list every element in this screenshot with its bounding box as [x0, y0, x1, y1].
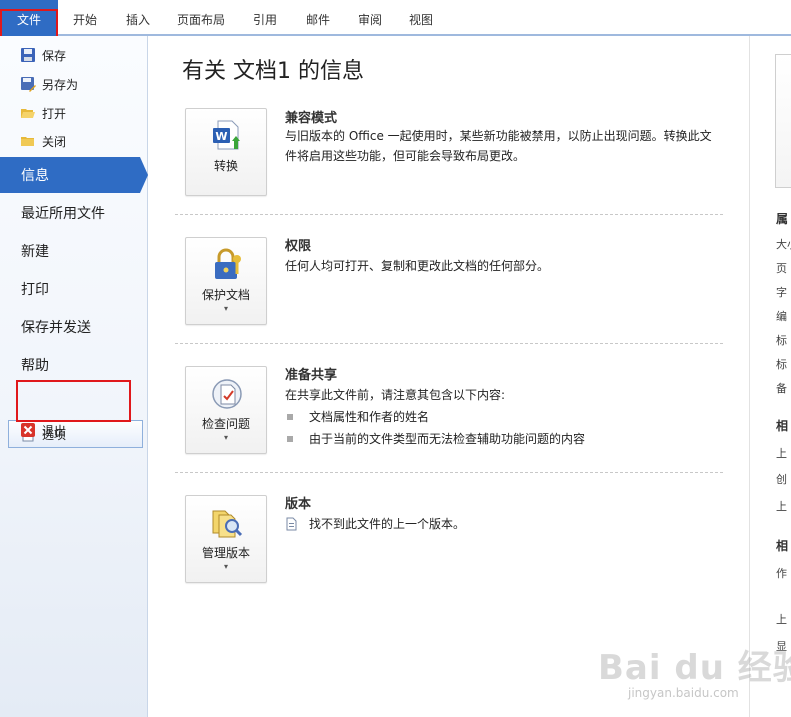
dropdown-arrow-icon: ▾	[223, 562, 228, 571]
related-people-heading: 相	[776, 539, 789, 553]
protect-document-label: 保护文档	[201, 288, 250, 302]
save-as-label: 另存为	[42, 77, 79, 92]
open-label: 打开	[42, 106, 67, 121]
tab-review[interactable]: 审阅	[358, 11, 382, 28]
dropdown-arrow-icon: ▾	[223, 433, 228, 442]
nav-info[interactable]: 信息	[0, 157, 148, 193]
save-icon	[20, 47, 36, 63]
share-bullet-text: 文档属性和作者的姓名	[309, 410, 430, 424]
tab-file[interactable]: 文件	[0, 0, 58, 36]
close-label: 关闭	[42, 134, 67, 149]
related-dates-heading: 相	[776, 419, 789, 433]
versions-title: 版本	[285, 497, 312, 512]
property-label: 字	[776, 286, 787, 299]
share-bullet: 由于当前的文件类型而无法检查辅助功能问题的内容	[287, 430, 585, 447]
exit-label: 退出	[42, 423, 67, 438]
property-label: 编	[776, 310, 787, 323]
nav-new-label: 新建	[21, 244, 49, 260]
properties-heading: 属	[776, 212, 789, 226]
watermark-logo: Bai du 经验	[598, 648, 791, 688]
save-as-command[interactable]: 另存为	[20, 73, 78, 95]
nav-new[interactable]: 新建	[0, 233, 148, 269]
share-description: 在共享此文件前，请注意其包含以下内容:	[285, 388, 506, 402]
share-title: 准备共享	[285, 368, 338, 383]
properties-pane: 属 大小 页 字 编 标 标 备 相 上 创 上 相 作 上 显	[749, 36, 791, 717]
word-convert-icon: W	[210, 119, 244, 153]
permissions-description: 任何人均可打开、复制和更改此文档的任何部分。	[285, 259, 550, 273]
svg-text:W: W	[215, 130, 227, 143]
tab-home[interactable]: 开始	[73, 11, 97, 28]
save-command[interactable]: 保存	[20, 44, 66, 66]
nav-recent[interactable]: 最近所用文件	[0, 195, 148, 231]
inspect-document-icon	[210, 377, 244, 411]
check-for-issues-button[interactable]: 检查问题 ▾	[185, 366, 267, 454]
nav-print[interactable]: 打印	[0, 271, 148, 307]
section-divider	[175, 343, 723, 344]
section-divider	[175, 472, 723, 473]
property-label: 创	[776, 473, 787, 486]
property-label: 作	[776, 567, 787, 580]
nav-recent-label: 最近所用文件	[21, 206, 105, 222]
share-bullet: 文档属性和作者的姓名	[287, 408, 429, 425]
backstage-sidebar: 保存 另存为 打开 关闭 信息 最近所用文件 新建 打印 保存并发送 帮助 选项…	[0, 36, 148, 717]
close-command[interactable]: 关闭	[20, 130, 66, 152]
protect-document-button[interactable]: 保护文档 ▾	[185, 237, 267, 325]
convert-label: 转换	[213, 159, 238, 173]
versions-line: 找不到此文件的上一个版本。	[285, 515, 465, 532]
bullet-square-icon	[287, 435, 293, 442]
convert-button[interactable]: W 转换	[185, 108, 267, 196]
watermark-url: jingyan.baidu.com	[628, 686, 739, 700]
share-bullet-text: 由于当前的文件类型而无法检查辅助功能问题的内容	[309, 432, 586, 446]
save-as-icon	[20, 76, 36, 92]
property-label: 大小	[776, 238, 791, 251]
tab-mailings[interactable]: 邮件	[306, 11, 330, 28]
nav-print-label: 打印	[21, 282, 49, 298]
compat-title: 兼容模式	[285, 111, 338, 126]
baidu-jingyan-watermark: Bai du 经验 jingyan.baidu.com	[598, 640, 791, 712]
bullet-square-icon	[287, 413, 293, 420]
info-panel: 有关 文档1 的信息 W 转换 兼容模式 与旧版本的 Office 一起使用时，…	[149, 36, 749, 717]
version-document-icon	[285, 517, 299, 531]
manage-versions-label: 管理版本	[201, 546, 250, 560]
compat-description: 与旧版本的 Office 一起使用时，某些新功能被禁用，以防止出现问题。转换此文…	[285, 129, 712, 163]
property-label: 标	[776, 358, 787, 371]
exit-icon	[20, 422, 36, 438]
property-label: 页	[776, 262, 787, 275]
selected-arrow-indicator	[140, 157, 148, 193]
versions-icon	[210, 506, 244, 540]
property-label: 上	[776, 447, 787, 460]
section-divider	[175, 214, 723, 215]
document-thumbnail	[775, 54, 791, 188]
open-folder-icon	[20, 105, 36, 121]
property-label: 标	[776, 334, 787, 347]
property-label: 上	[776, 500, 787, 513]
check-for-issues-label: 检查问题	[201, 417, 250, 431]
nav-help-label: 帮助	[21, 358, 49, 374]
nav-info-label: 信息	[21, 168, 49, 184]
permissions-title: 权限	[285, 239, 312, 254]
versions-description: 找不到此文件的上一个版本。	[309, 517, 466, 531]
exit-command[interactable]: 退出	[20, 419, 66, 441]
open-command[interactable]: 打开	[20, 102, 66, 124]
tab-view[interactable]: 视图	[409, 11, 433, 28]
lock-key-icon	[210, 248, 244, 282]
dropdown-arrow-icon: ▾	[223, 304, 228, 313]
close-folder-icon	[20, 133, 36, 149]
nav-help[interactable]: 帮助	[0, 347, 148, 383]
save-label: 保存	[42, 48, 67, 63]
nav-save-send[interactable]: 保存并发送	[0, 309, 148, 345]
page-title: 有关 文档1 的信息	[182, 59, 364, 84]
tab-references[interactable]: 引用	[253, 11, 277, 28]
nav-save-send-label: 保存并发送	[21, 320, 91, 336]
tab-page-layout[interactable]: 页面布局	[177, 11, 225, 28]
property-label: 备	[776, 382, 787, 395]
ribbon-tab-bar: 文件 开始 插入 页面布局 引用 邮件 审阅 视图	[0, 0, 791, 36]
tab-insert[interactable]: 插入	[126, 11, 150, 28]
manage-versions-button[interactable]: 管理版本 ▾	[185, 495, 267, 583]
property-label: 上	[776, 613, 787, 626]
